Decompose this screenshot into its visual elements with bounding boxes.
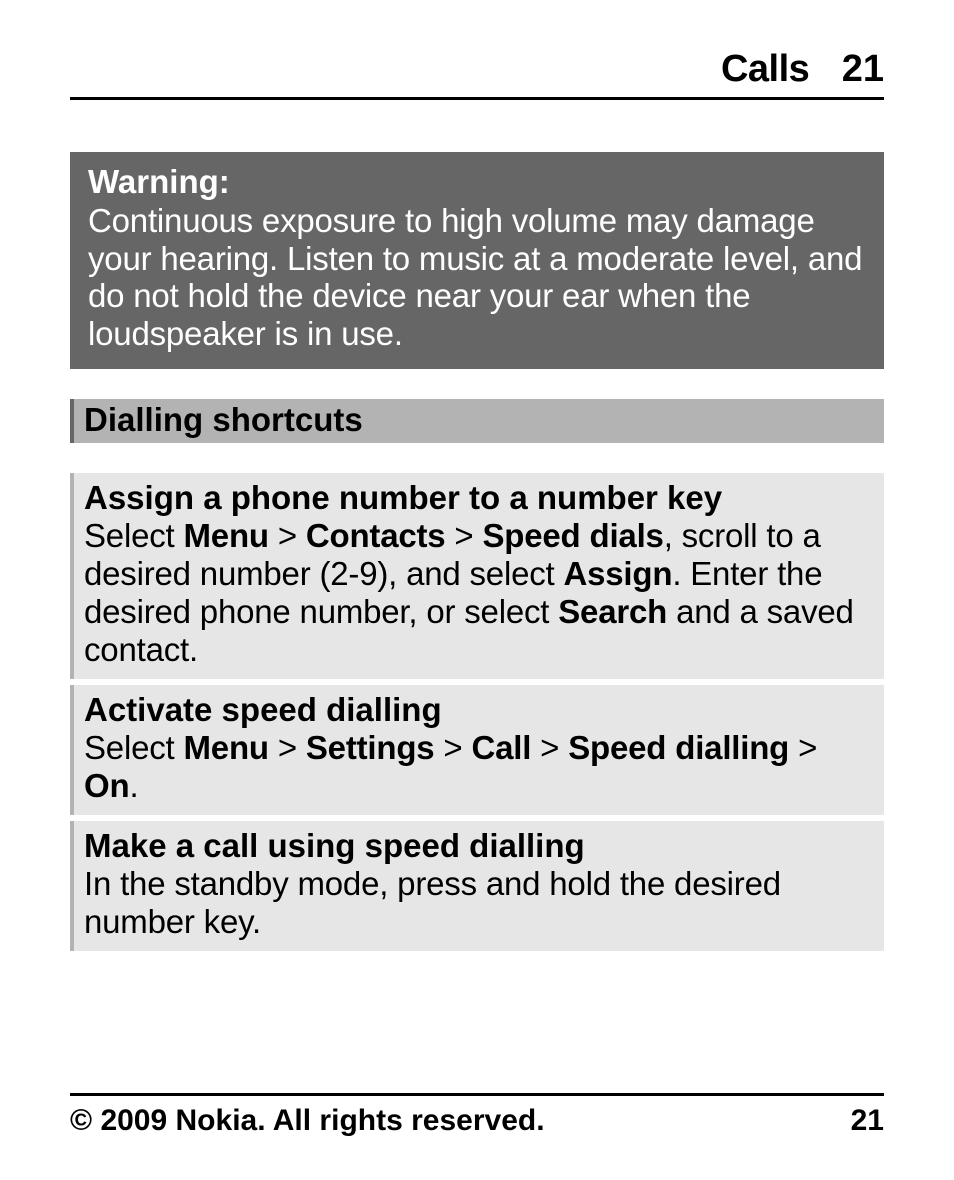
text: Select (84, 517, 184, 554)
menu-bold: Menu (184, 517, 269, 554)
block-activate-body: Select Menu > Settings > Call > Speed di… (84, 729, 874, 805)
separator: > (445, 517, 482, 554)
block-activate: Activate speed dialling Select Menu > Se… (70, 685, 884, 815)
block-make: Make a call using speed dialling In the … (70, 821, 884, 951)
menu-bold: Speed dials (482, 517, 663, 554)
header-page-number: 21 (842, 48, 884, 90)
warning-box: Warning: Continuous exposure to high vol… (70, 152, 884, 369)
separator: > (531, 729, 568, 766)
page-header: Calls 21 (70, 48, 884, 100)
block-activate-title: Activate speed dialling (84, 691, 874, 729)
block-assign-title: Assign a phone number to a number key (84, 479, 874, 517)
menu-bold: On (84, 767, 129, 804)
text: Select (84, 729, 184, 766)
block-assign-body: Select Menu > Contacts > Speed dials, sc… (84, 517, 874, 669)
header-section: Calls (721, 48, 809, 90)
block-make-body: In the standby mode, press and hold the … (84, 865, 874, 941)
menu-bold: Settings (306, 729, 435, 766)
warning-text: Continuous exposure to high volume may d… (88, 202, 870, 354)
menu-bold: Contacts (306, 517, 446, 554)
separator: > (434, 729, 471, 766)
block-assign: Assign a phone number to a number key Se… (70, 473, 884, 679)
menu-bold: Call (471, 729, 531, 766)
section-title: Dialling shortcuts (70, 399, 884, 443)
menu-bold: Menu (184, 729, 269, 766)
block-make-title: Make a call using speed dialling (84, 827, 874, 865)
footer-page-number: 21 (851, 1104, 884, 1138)
separator: > (269, 517, 306, 554)
separator: > (789, 729, 817, 766)
text: . (129, 767, 138, 804)
warning-label: Warning: (88, 162, 870, 202)
menu-bold: Assign (563, 555, 672, 592)
separator: > (269, 729, 306, 766)
menu-bold: Speed dialling (568, 729, 789, 766)
menu-bold: Search (558, 593, 667, 630)
footer-copyright: © 2009 Nokia. All rights reserved. (70, 1104, 545, 1138)
page-footer: © 2009 Nokia. All rights reserved. 21 (70, 1093, 884, 1138)
